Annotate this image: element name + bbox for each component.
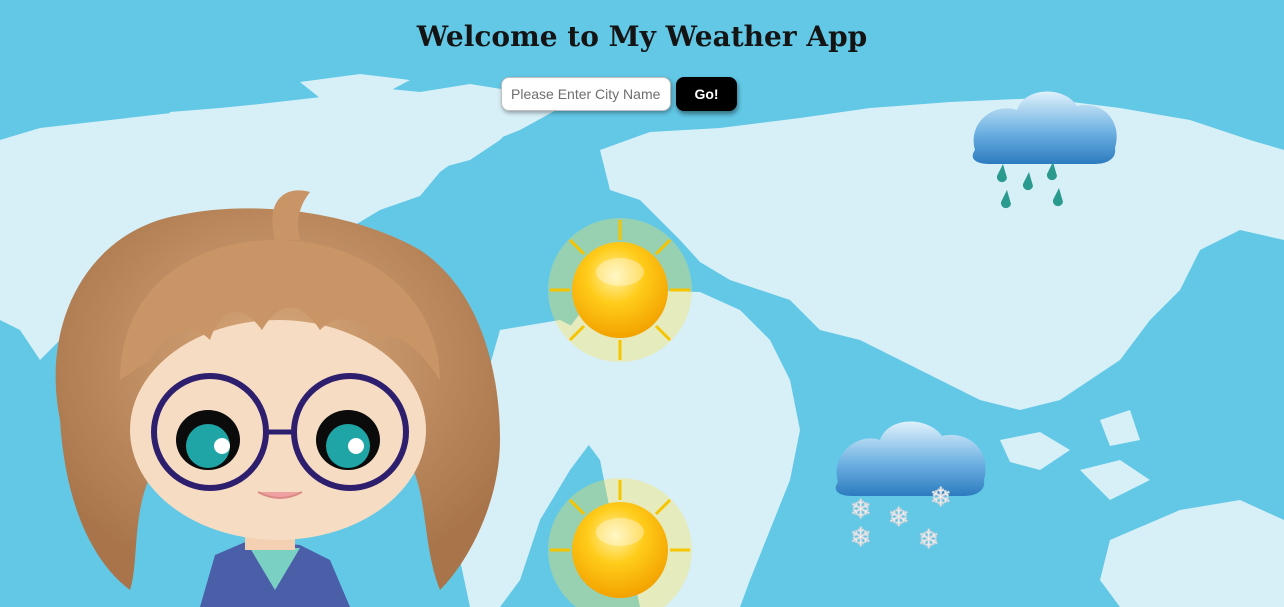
city-name-input[interactable] (501, 77, 671, 111)
page-title: Welcome to My Weather App (416, 20, 868, 53)
search-bar: Go! (501, 77, 737, 111)
go-button[interactable]: Go! (676, 77, 737, 111)
